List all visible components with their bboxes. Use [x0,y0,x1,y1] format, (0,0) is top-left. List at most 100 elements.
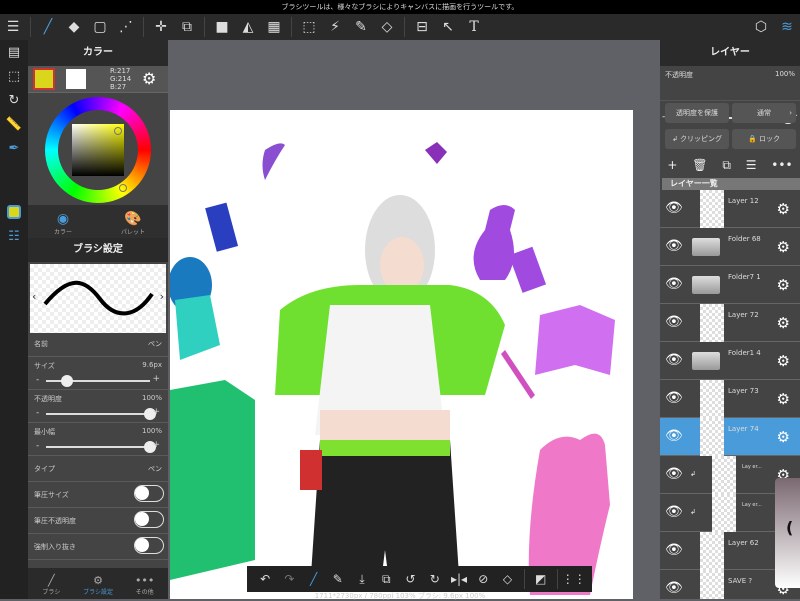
redo-icon[interactable]: ↷ [277,566,301,592]
duplicate-icon[interactable]: ⧉ [722,158,731,173]
chevron-right-icon[interactable]: › [160,290,164,303]
select-eraser-icon[interactable]: ◇ [374,14,400,40]
layer-item[interactable]: 👁 Folder1 4 ⚙ [660,342,800,380]
gear-icon[interactable]: ⚙ [142,69,156,88]
color-wheel[interactable] [28,93,168,205]
blend-mode-button[interactable]: 通常 › [732,103,796,123]
layer-item[interactable]: 👁 Layer 74 ⚙ [660,418,800,456]
bottom-toolbar: ↶ ↷ ╱ ✎ ⤓ ⧉ ↺ ↻ ▸|◂ ⊘ ◇ ◩ ⋮⋮ [247,566,592,592]
force-fade-toggle[interactable] [134,537,164,554]
text-icon[interactable]: T [461,14,487,40]
gradient-icon[interactable]: ▦ [261,14,287,40]
divide-icon[interactable]: ⊟ [409,14,435,40]
layer-item[interactable]: 👁 Folder7 1 ⚙ [660,266,800,304]
eyedropper-icon[interactable]: ✎ [326,566,350,592]
clipping-icon: ↲ [690,470,696,478]
select-icon[interactable]: ⬚ [296,14,322,40]
reference-window[interactable]: ( [775,478,800,588]
chevron-left-icon[interactable]: ‹ [32,290,36,303]
add-layer-icon[interactable]: + [667,158,677,172]
tab-brush-settings[interactable]: ⚙ ブラシ設定 [75,568,122,599]
rotate-icon[interactable]: ↻ [0,88,28,112]
clipping-button[interactable]: ↲ クリッピング [665,129,729,149]
trash-icon[interactable]: 🗑 [692,158,707,172]
list-icon[interactable]: ☰ [746,158,757,172]
brush-list-icon[interactable]: ☷ [0,224,28,248]
tab-brush[interactable]: ╱ ブラシ [28,568,75,599]
fill-color-icon[interactable]: ■ [209,14,235,40]
clear-icon[interactable]: ◇ [495,566,519,592]
rotate-left-icon[interactable]: ↺ [398,566,422,592]
operation-icon[interactable]: ↖ [435,14,461,40]
gear-icon[interactable]: ⚙ [777,428,790,446]
fullscreen-icon[interactable]: ◩ [529,566,553,592]
dot-icon[interactable]: ⋰ [113,14,139,40]
select-pen-icon[interactable]: ✎ [348,14,374,40]
layer-item[interactable]: 👁 Layer 72 ⚙ [660,304,800,342]
size-slider[interactable]: - + [34,374,162,388]
tab-other[interactable]: ••• その他 [121,568,168,599]
gear-icon[interactable]: ⚙ [777,390,790,408]
layer-item[interactable]: 👁 Folder 68 ⚙ [660,228,800,266]
eye-icon[interactable]: 👁 [665,428,683,444]
rotate-right-icon[interactable]: ↻ [423,566,447,592]
rectangle-icon[interactable]: ▢ [87,14,113,40]
menu-icon[interactable]: ☰ [0,14,26,40]
protect-alpha-button[interactable]: 透明度を保護 [665,103,729,123]
eye-icon[interactable]: 👁 [665,352,683,368]
ruler-icon[interactable]: 📏 [0,112,28,136]
grid-icon[interactable]: ⋮⋮ [562,566,586,592]
layers-icon[interactable]: ≋ [774,14,800,40]
gear-icon[interactable]: ⚙ [777,276,790,294]
eraser-icon[interactable]: ◆ [61,14,87,40]
gear-icon[interactable]: ⚙ [777,314,790,332]
pages-icon[interactable]: ▤ [0,40,28,64]
opacity-slider[interactable]: - + [34,407,162,421]
eye-icon[interactable]: 👁 [665,466,683,482]
brush-size-icon[interactable]: ╱ [301,566,325,592]
layer-name: Folder1 4 [728,349,761,357]
transform-icon[interactable]: ⧉ [174,14,200,40]
more-icon[interactable]: ••• [771,158,792,172]
eye-icon[interactable]: 👁 [665,238,683,254]
brush-name-row[interactable]: 名前 ペン [28,335,168,357]
layer-item[interactable]: 👁 Layer 73 ⚙ [660,380,800,418]
magic-wand-icon[interactable]: ⚡ [322,14,348,40]
pressure-size-toggle[interactable] [134,485,164,502]
eye-icon[interactable]: 👁 [665,200,683,216]
primary-color-swatch[interactable] [33,68,55,90]
materials-icon[interactable]: ⬡ [748,14,774,40]
brush-icon[interactable]: ╱ [35,14,61,40]
undo-icon[interactable]: ↶ [253,566,277,592]
eye-icon[interactable]: 👁 [665,580,683,596]
type-row[interactable]: タイプ ペン [28,456,168,482]
gear-icon[interactable]: ⚙ [777,352,790,370]
snap-icon[interactable]: ✒ [0,136,28,160]
secondary-color-swatch[interactable] [66,69,86,89]
tab-color[interactable]: ◉ カラー [28,205,98,238]
layer-thumbnail [700,380,724,418]
lock-button[interactable]: 🔒 ロック [732,129,796,149]
gear-icon[interactable]: ⚙ [777,200,790,218]
bucket-icon[interactable]: ◭ [235,14,261,40]
color-swatch-icon[interactable] [0,200,28,224]
selection-list-icon[interactable]: ⬚ [0,64,28,88]
layer-item[interactable]: 👁 Layer 12 ⚙ [660,190,800,228]
eye-icon[interactable]: 👁 [665,504,683,520]
eye-icon[interactable]: 👁 [665,390,683,406]
flip-icon[interactable]: ▸|◂ [447,566,471,592]
opacity-value: 100% [141,394,162,402]
eye-icon[interactable]: 👁 [665,276,683,292]
pressure-opacity-toggle[interactable] [134,511,164,528]
gear-icon[interactable]: ⚙ [777,238,790,256]
move-icon[interactable]: ✛ [148,14,174,40]
pressure-opacity-label: 筆圧不透明度 [34,517,76,525]
drawing-canvas[interactable] [170,110,633,599]
export-icon[interactable]: ⧉ [374,566,398,592]
eye-icon[interactable]: 👁 [665,542,683,558]
tab-palette[interactable]: 🎨 パレット [98,205,168,238]
min-width-slider[interactable]: - + [34,440,162,454]
eye-icon[interactable]: 👁 [665,314,683,330]
reset-rotation-icon[interactable]: ⊘ [471,566,495,592]
save-icon[interactable]: ⤓ [350,566,374,592]
